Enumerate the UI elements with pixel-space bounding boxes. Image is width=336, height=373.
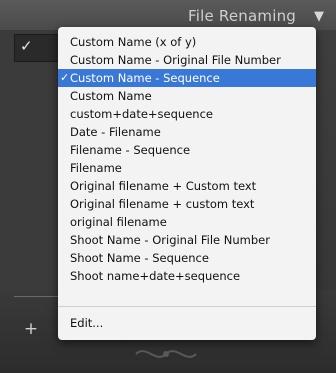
- menu-item-label: Filename: [70, 161, 122, 175]
- menu-item[interactable]: Shoot Name - Original File Number: [58, 231, 316, 249]
- ornament-icon: [135, 350, 197, 358]
- menu-item[interactable]: Filename: [58, 159, 316, 177]
- menu-item-label: Shoot name+date+sequence: [70, 269, 241, 283]
- add-button[interactable]: +: [20, 318, 42, 340]
- menu-item[interactable]: Custom Name (x of y): [58, 33, 316, 51]
- menu-item-label: Shoot Name - Sequence: [70, 251, 209, 265]
- menu-item[interactable]: Custom Name: [58, 87, 316, 105]
- menu-item-label: original filename: [70, 215, 167, 229]
- menu-item-label: Custom Name - Original File Number: [70, 53, 281, 67]
- file-renaming-dropdown-menu: Custom Name (x of y) Custom Name - Origi…: [58, 27, 316, 340]
- checkmark-icon: ✓: [60, 71, 70, 84]
- menu-item[interactable]: Date - Filename: [58, 123, 316, 141]
- menu-item-label: Custom Name - Sequence: [70, 71, 220, 85]
- menu-item-label: custom+date+sequence: [70, 107, 213, 121]
- menu-separator: [58, 306, 316, 307]
- menu-item-label: Custom Name (x of y): [70, 35, 197, 49]
- menu-item[interactable]: Shoot name+date+sequence: [58, 267, 316, 285]
- checkmark-icon[interactable]: ✓: [20, 37, 33, 55]
- menu-item[interactable]: Original filename + Custom text: [58, 177, 316, 195]
- menu-item[interactable]: Filename - Sequence: [58, 141, 316, 159]
- menu-item-label: Filename - Sequence: [70, 143, 191, 157]
- menu-item-label: Shoot Name - Original File Number: [70, 233, 270, 247]
- menu-item-label: Edit...: [70, 316, 104, 330]
- disclosure-triangle-icon[interactable]: ▼: [314, 9, 324, 24]
- menu-item-label: Date - Filename: [70, 125, 161, 139]
- menu-item[interactable]: Custom Name - Original File Number: [58, 51, 316, 69]
- menu-item[interactable]: Original filename + custom text: [58, 195, 316, 213]
- panel-header[interactable]: File Renaming ▼: [0, 0, 336, 30]
- menu-item-label: Custom Name: [70, 89, 152, 103]
- menu-item-edit[interactable]: Edit...: [58, 314, 316, 332]
- menu-item-label: Original filename + custom text: [70, 197, 255, 211]
- divider: [14, 296, 60, 297]
- menu-item-selected[interactable]: ✓ Custom Name - Sequence: [58, 69, 316, 87]
- menu-item-label: Original filename + Custom text: [70, 179, 257, 193]
- menu-item[interactable]: Shoot Name - Sequence: [58, 249, 316, 267]
- panel-title: File Renaming: [188, 7, 296, 25]
- menu-item[interactable]: custom+date+sequence: [58, 105, 316, 123]
- menu-item[interactable]: original filename: [58, 213, 316, 231]
